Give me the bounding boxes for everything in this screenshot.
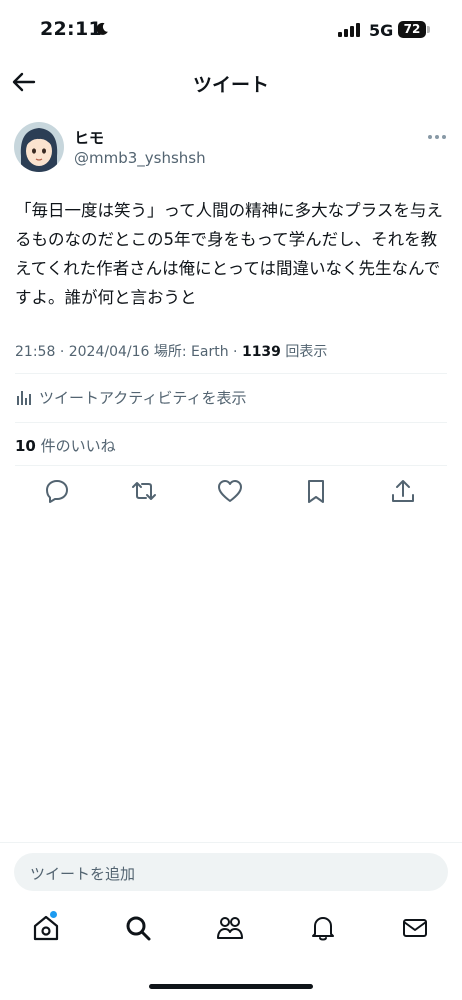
tweet-meta: 21:58 · 2024/04/16 場所: Earth · 1139 回表示 bbox=[15, 344, 328, 360]
divider bbox=[0, 842, 462, 843]
retweet-icon[interactable] bbox=[130, 477, 158, 505]
home-notification-dot bbox=[50, 911, 57, 918]
divider bbox=[15, 422, 447, 423]
home-indicator bbox=[149, 984, 313, 989]
avatar[interactable] bbox=[14, 122, 64, 172]
tweet-activity-label: ツイートアクティビティを表示 bbox=[39, 388, 247, 407]
tweet-actions bbox=[0, 477, 462, 507]
heart-icon[interactable] bbox=[216, 477, 244, 505]
likes-summary[interactable]: 10 件のいいね bbox=[15, 435, 116, 456]
bottom-tab-bar bbox=[0, 905, 462, 955]
share-icon[interactable] bbox=[389, 477, 417, 505]
reply-icon[interactable] bbox=[43, 477, 71, 505]
people-icon[interactable] bbox=[215, 913, 245, 943]
reply-input[interactable]: ツイートを追加 bbox=[14, 853, 448, 891]
moon-icon bbox=[96, 22, 108, 35]
status-bar: 22:11 5G 72 bbox=[0, 0, 462, 60]
home-icon[interactable] bbox=[31, 913, 61, 943]
page-title: ツイート bbox=[192, 74, 269, 96]
top-nav: ツイート bbox=[0, 58, 462, 106]
view-count-label: 回表示 bbox=[285, 344, 328, 360]
display-name[interactable]: ヒモ bbox=[74, 127, 104, 148]
likes-label: 件のいいね bbox=[40, 437, 116, 455]
tweet-date: 2024/04/16 bbox=[68, 344, 150, 360]
battery-level: 72 bbox=[398, 21, 426, 38]
reply-placeholder: ツイートを追加 bbox=[30, 865, 136, 883]
tweet-text: 「毎日一度は笑う」って人間の精神に多大なプラスを与えるものなのだとこの5年で身を… bbox=[15, 201, 443, 307]
more-horizontal-icon[interactable] bbox=[426, 129, 448, 145]
likes-count: 10 bbox=[15, 437, 36, 455]
analytics-icon bbox=[17, 391, 31, 405]
view-count: 1139 bbox=[241, 344, 281, 360]
divider bbox=[15, 373, 447, 374]
divider bbox=[15, 465, 447, 466]
battery-icon: 72 bbox=[398, 21, 430, 38]
tweet-time: 21:58 bbox=[15, 344, 56, 360]
user-handle[interactable]: @mmb3_yshshsh bbox=[74, 149, 206, 167]
cellular-signal-icon bbox=[338, 23, 360, 37]
tweet-activity-link[interactable]: ツイートアクティビティを表示 bbox=[15, 385, 246, 409]
bell-icon[interactable] bbox=[308, 913, 338, 943]
status-time: 22:11 bbox=[40, 18, 102, 40]
tweet-location: 場所: Earth bbox=[153, 344, 229, 360]
envelope-icon[interactable] bbox=[400, 913, 430, 943]
search-icon[interactable] bbox=[123, 913, 153, 943]
network-type: 5G bbox=[369, 21, 394, 40]
bookmark-icon[interactable] bbox=[302, 477, 330, 505]
